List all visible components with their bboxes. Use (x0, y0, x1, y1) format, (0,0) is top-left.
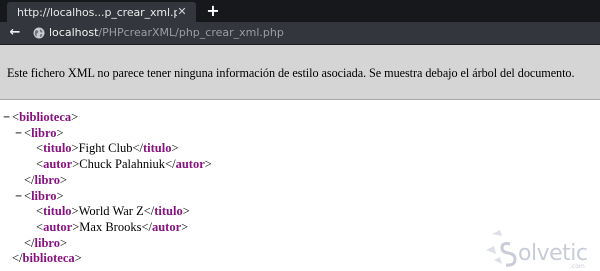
tag-bracket: </ (24, 172, 35, 187)
plus-icon[interactable]: + (204, 2, 222, 20)
tab-title: http://localhos...p_crear_xml.php (17, 5, 177, 19)
tag-bracket: > (74, 251, 82, 266)
tag-bracket: > (60, 172, 68, 187)
tag-name: libro (34, 172, 61, 187)
tag-bracket: < (36, 141, 44, 156)
tag-bracket: </ (132, 141, 143, 156)
tag-bracket: < (36, 204, 44, 219)
tag-name: titulo (154, 204, 183, 219)
browser-tab[interactable]: http://localhos...p_crear_xml.php ✕ (7, 2, 196, 22)
tab-strip: http://localhos...p_crear_xml.php ✕ + (0, 0, 600, 22)
tag-name: autor (43, 219, 73, 234)
collapse-toggle[interactable]: − (15, 125, 24, 141)
tag-name: titulo (43, 204, 72, 219)
tag-bracket: > (171, 141, 179, 156)
tag-name: libro (31, 188, 57, 203)
close-icon[interactable]: ✕ (176, 6, 188, 18)
xml-info-banner: Este fichero XML no parece tener ninguna… (0, 45, 600, 100)
tag-bracket: < (36, 219, 44, 234)
tag-name: autor (151, 219, 182, 234)
xml-field: <titulo>Fight Club</titulo> (36, 140, 179, 156)
tag-bracket: </ (24, 235, 35, 250)
tag-bracket: < (24, 188, 32, 203)
xml-root-close: </biblioteca> (12, 250, 82, 266)
tag-bracket: > (204, 157, 212, 172)
tag-bracket: > (56, 125, 64, 140)
tag-name: titulo (142, 141, 172, 156)
xml-element-open[interactable]: − <libro> (15, 188, 64, 204)
collapse-toggle[interactable]: − (3, 109, 12, 125)
tag-bracket: > (60, 235, 68, 250)
xml-element-close: </libro> (24, 235, 67, 251)
tag-bracket: < (36, 157, 44, 172)
xml-field: <titulo>World War Z</titulo> (36, 203, 190, 219)
field-value: Fight Club (78, 141, 133, 156)
xml-root-open[interactable]: − <biblioteca> (3, 109, 78, 125)
tag-name: libro (31, 125, 57, 140)
tag-name: autor (175, 157, 205, 172)
field-value: World War Z (78, 204, 144, 219)
tag-bracket: > (71, 204, 79, 219)
tag-bracket: > (182, 204, 190, 219)
xml-field: <autor>Chuck Palahniuk</autor> (36, 156, 212, 172)
xml-field: <autor>Max Brooks</autor> (36, 219, 188, 235)
tag-bracket: > (71, 141, 79, 156)
url-path: /PHPcrearXML/php_crear_xml.php (98, 26, 284, 39)
tag-bracket: </ (141, 219, 152, 234)
xml-element-open[interactable]: − <libro> (15, 125, 64, 141)
tag-bracket: </ (143, 204, 155, 219)
tag-name: biblioteca (22, 251, 75, 266)
collapse-toggle[interactable]: − (15, 188, 24, 204)
tag-bracket: </ (165, 157, 176, 172)
tag-name: biblioteca (19, 110, 72, 124)
field-value: Chuck Palahniuk (79, 157, 166, 172)
watermark-domain: .com (570, 263, 585, 270)
field-value: Max Brooks (79, 219, 142, 234)
tag-bracket: > (71, 110, 79, 124)
tag-bracket: < (24, 125, 32, 140)
globe-icon (33, 27, 45, 39)
tag-bracket: </ (12, 251, 23, 266)
url-host: localhost (49, 26, 99, 39)
tag-bracket: > (181, 219, 189, 234)
back-arrow-icon[interactable]: ← (7, 25, 23, 41)
tag-name: autor (43, 157, 73, 172)
tag-name: libro (34, 235, 61, 250)
banner-message: Este fichero XML no parece tener ninguna… (7, 66, 575, 80)
address-bar[interactable]: localhost/PHPcrearXML/php_crear_xml.php (49, 25, 284, 41)
xml-element-close: </libro> (24, 172, 67, 188)
tag-bracket: > (56, 188, 64, 203)
tag-name: titulo (43, 141, 72, 156)
navigation-bar: ← localhost/PHPcrearXML/php_crear_xml.ph… (0, 22, 600, 45)
tag-bracket: < (12, 110, 20, 124)
